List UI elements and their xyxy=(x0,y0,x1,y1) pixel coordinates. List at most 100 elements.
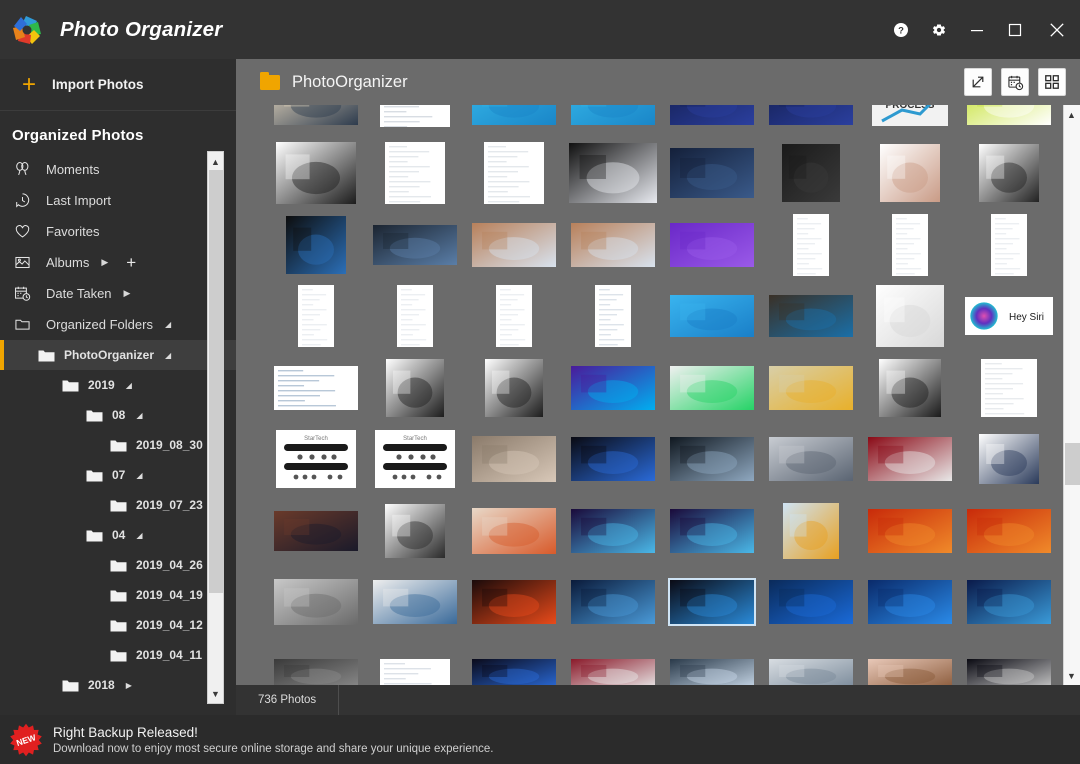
photo-thumbnail[interactable] xyxy=(990,213,1027,276)
photo-thumbnail[interactable] xyxy=(669,437,754,482)
photo-thumbnail[interactable] xyxy=(867,437,952,482)
photo-cell[interactable] xyxy=(662,638,761,685)
photo-thumbnail[interactable] xyxy=(966,658,1051,685)
photo-cell[interactable] xyxy=(464,352,563,424)
photo-cell[interactable] xyxy=(860,209,959,281)
photo-cell[interactable] xyxy=(959,495,1058,567)
photo-thumbnail[interactable] xyxy=(297,285,334,348)
photo-thumbnail[interactable]: StarTech xyxy=(374,430,455,489)
photo-cell[interactable] xyxy=(563,105,662,138)
photo-thumbnail[interactable] xyxy=(471,436,556,483)
photo-cell[interactable] xyxy=(365,105,464,138)
photo-cell[interactable] xyxy=(959,567,1058,639)
photo-cell[interactable] xyxy=(959,138,1058,210)
photo-cell[interactable] xyxy=(266,638,365,685)
photo-thumbnail[interactable] xyxy=(384,142,445,205)
photo-cell[interactable] xyxy=(860,424,959,496)
tree-item-PhotoOrganizer[interactable]: PhotoOrganizer ◢ xyxy=(0,340,236,370)
photo-thumbnail[interactable]: SEO PROCESS xyxy=(871,105,948,126)
sidebar-item-last-import[interactable]: Last Import xyxy=(0,185,236,216)
photo-thumbnail[interactable] xyxy=(471,658,556,685)
photo-thumbnail[interactable] xyxy=(768,105,853,125)
chevron-right-icon[interactable]: ▶ xyxy=(124,288,131,299)
tree-item-07[interactable]: 07 ◢ xyxy=(0,460,236,490)
settings-button[interactable] xyxy=(920,0,958,59)
photo-thumbnail[interactable] xyxy=(669,148,754,199)
photo-cell[interactable] xyxy=(662,138,761,210)
photo-thumbnail[interactable] xyxy=(570,222,655,267)
photo-thumbnail[interactable] xyxy=(495,285,532,348)
photo-cell[interactable] xyxy=(662,424,761,496)
photo-thumbnail[interactable] xyxy=(273,579,358,626)
photo-thumbnail[interactable] xyxy=(484,358,543,417)
photo-cell[interactable] xyxy=(563,424,662,496)
notification-bar[interactable]: NEW Right Backup Released! Download now … xyxy=(0,715,1080,764)
photo-thumbnail[interactable] xyxy=(471,105,556,125)
photo-cell[interactable] xyxy=(365,138,464,210)
photo-cell[interactable] xyxy=(860,638,959,685)
photo-cell[interactable] xyxy=(662,209,761,281)
photo-thumbnail[interactable] xyxy=(273,105,358,125)
photo-cell[interactable] xyxy=(959,424,1058,496)
photo-cell[interactable] xyxy=(365,638,464,685)
photo-thumbnail[interactable]: Hey Siri xyxy=(964,297,1053,336)
photo-cell[interactable] xyxy=(959,638,1058,685)
photo-thumbnail[interactable] xyxy=(273,658,358,685)
photo-cell[interactable] xyxy=(860,352,959,424)
photo-thumbnail[interactable] xyxy=(372,580,457,625)
sidebar-scrollbar-thumb[interactable] xyxy=(209,170,224,593)
photo-cell[interactable] xyxy=(365,281,464,353)
tree-item-04[interactable]: 04 ◢ xyxy=(0,520,236,550)
tree-item-2018[interactable]: 2018 ▶ xyxy=(0,670,236,700)
photo-cell[interactable] xyxy=(860,567,959,639)
photo-cell[interactable] xyxy=(761,281,860,353)
photo-thumbnail[interactable] xyxy=(768,437,853,482)
photo-cell[interactable] xyxy=(563,281,662,353)
photo-cell[interactable] xyxy=(266,281,365,353)
photo-thumbnail[interactable] xyxy=(768,365,853,410)
photo-thumbnail[interactable] xyxy=(980,358,1037,417)
photo-thumbnail[interactable] xyxy=(379,105,450,127)
photo-thumbnail[interactable] xyxy=(471,507,556,554)
photo-thumbnail[interactable] xyxy=(570,105,655,125)
chevron-down-icon[interactable]: ◢ xyxy=(165,351,171,360)
photo-thumbnail[interactable] xyxy=(396,285,433,348)
grid-scrollbar-thumb[interactable] xyxy=(1065,443,1080,485)
photo-grid-viewport[interactable]: SEO PROCESS xyxy=(236,105,1063,685)
photo-thumbnail[interactable] xyxy=(471,222,556,267)
help-button[interactable]: ? xyxy=(882,0,920,59)
photo-cell[interactable] xyxy=(464,138,563,210)
sidebar-item-organized-folders[interactable]: Organized Folders ◢ xyxy=(0,309,236,340)
photo-cell[interactable] xyxy=(266,352,365,424)
date-view-button[interactable] xyxy=(1001,68,1029,96)
photo-cell[interactable] xyxy=(464,424,563,496)
photo-thumbnail[interactable] xyxy=(669,105,754,125)
photo-thumbnail[interactable] xyxy=(570,658,655,685)
photo-thumbnail[interactable] xyxy=(669,365,754,410)
photo-cell[interactable] xyxy=(266,495,365,567)
photo-cell[interactable] xyxy=(662,495,761,567)
photo-thumbnail[interactable] xyxy=(275,142,356,205)
photo-thumbnail[interactable] xyxy=(782,502,839,559)
photo-cell[interactable] xyxy=(563,638,662,685)
photo-thumbnail[interactable] xyxy=(792,213,829,276)
photo-thumbnail[interactable] xyxy=(875,285,944,348)
photo-thumbnail[interactable] xyxy=(471,580,556,625)
sidebar-vertical-scrollbar[interactable]: ▲ ▼ xyxy=(207,151,224,704)
photo-cell[interactable] xyxy=(464,638,563,685)
photo-thumbnail[interactable] xyxy=(966,508,1051,553)
photo-cell[interactable] xyxy=(860,138,959,210)
photo-thumbnail[interactable] xyxy=(867,658,952,685)
photo-cell[interactable] xyxy=(563,495,662,567)
photo-cell[interactable] xyxy=(761,424,860,496)
photo-cell[interactable] xyxy=(464,567,563,639)
tree-item-08[interactable]: 08 ◢ xyxy=(0,400,236,430)
photo-thumbnail[interactable] xyxy=(867,508,952,553)
photo-cell[interactable] xyxy=(563,352,662,424)
photo-cell[interactable] xyxy=(365,567,464,639)
photo-thumbnail[interactable] xyxy=(285,215,346,274)
photo-thumbnail[interactable] xyxy=(768,580,853,625)
photo-cell[interactable] xyxy=(662,567,761,639)
photo-cell[interactable] xyxy=(464,209,563,281)
scroll-up-icon[interactable]: ▲ xyxy=(208,153,223,170)
